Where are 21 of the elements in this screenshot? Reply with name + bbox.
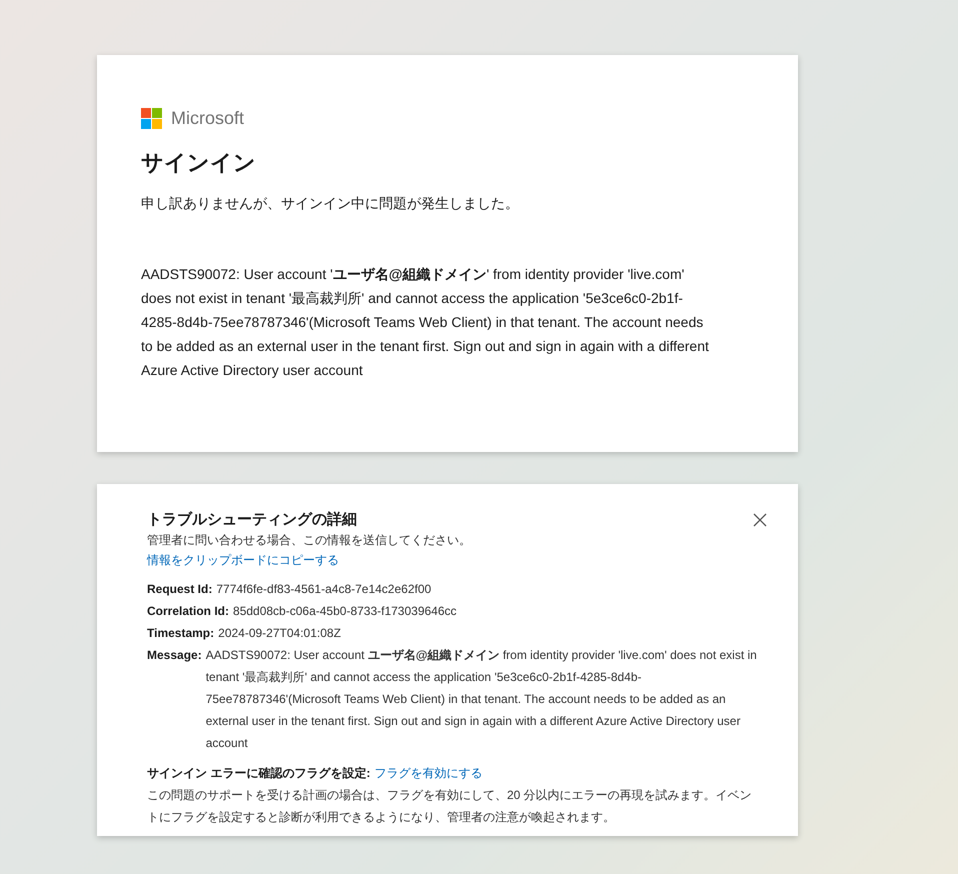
copy-link[interactable]: 情報をクリップボードにコピーする xyxy=(147,550,339,570)
field-value: 2024-09-27T04:01:08Z xyxy=(218,625,341,642)
close-button[interactable] xyxy=(752,512,768,528)
field-value: 7774f6fe-df83-4561-a4c8-7e14c2e62f00 xyxy=(216,581,432,598)
page-title: サインイン xyxy=(141,149,257,177)
brand-name: Microsoft xyxy=(171,107,244,130)
field-label: Request Id: xyxy=(147,581,212,598)
close-icon xyxy=(752,512,768,528)
field-label: Correlation Id: xyxy=(147,603,230,620)
field-label: Message: xyxy=(147,647,202,664)
error-message: AADSTS90072: User account 'ユーザ名@組織ドメイン' from identity provider 'live.com' does not exist in tenant '最高裁判所' and cannot access the application '5e3ce6c0-2b1f-4285-8d4b-75ee78787346'(Microsoft Teams Web Client) in that tenant. The account needs to be added as an external user in the tenant first. Sign out and sign in again with a different Azure Active Directory user account xyxy=(141,265,710,380)
flag-description: この問題のサポートを受ける計画の場合は、フラグを有効にして、20 分以内にエラーの再現を試みます。イベントにフラグを設定すると診断が利用できるようになり、管理者の注意が喚起されます。 xyxy=(147,787,753,826)
error-subtitle: 申し訳ありませんが、サインイン中に問題が発生しました。 xyxy=(141,194,520,213)
field-value: AADSTS90072: User account ユーザ名@組織ドメイン from identity provider 'live.com' does not exist in tenant '最高裁判所' and cannot access the application '5e3ce6c0-2b1f-4285-8d4b-75ee78787346'(Microsoft Teams Web Client) in that tenant. The account needs to be added as an external user in the tenant first. Sign out and sign in again with a different Azure Active Directory user account xyxy=(206,647,757,752)
flag-label: サインイン エラーに確認のフラグを設定: xyxy=(147,765,370,782)
details-description: 管理者に問い合わせる場合、この情報を送信してください。 xyxy=(147,532,472,549)
field-value: 85dd08cb-c06a-45b0-8733-f173039646cc xyxy=(233,603,457,620)
field-label: Timestamp: xyxy=(147,625,214,642)
details-title: トラブルシューティングの詳細 xyxy=(147,510,358,530)
enable-flag-link[interactable]: フラグを有効にする xyxy=(374,762,482,784)
logo-icon xyxy=(141,108,163,130)
